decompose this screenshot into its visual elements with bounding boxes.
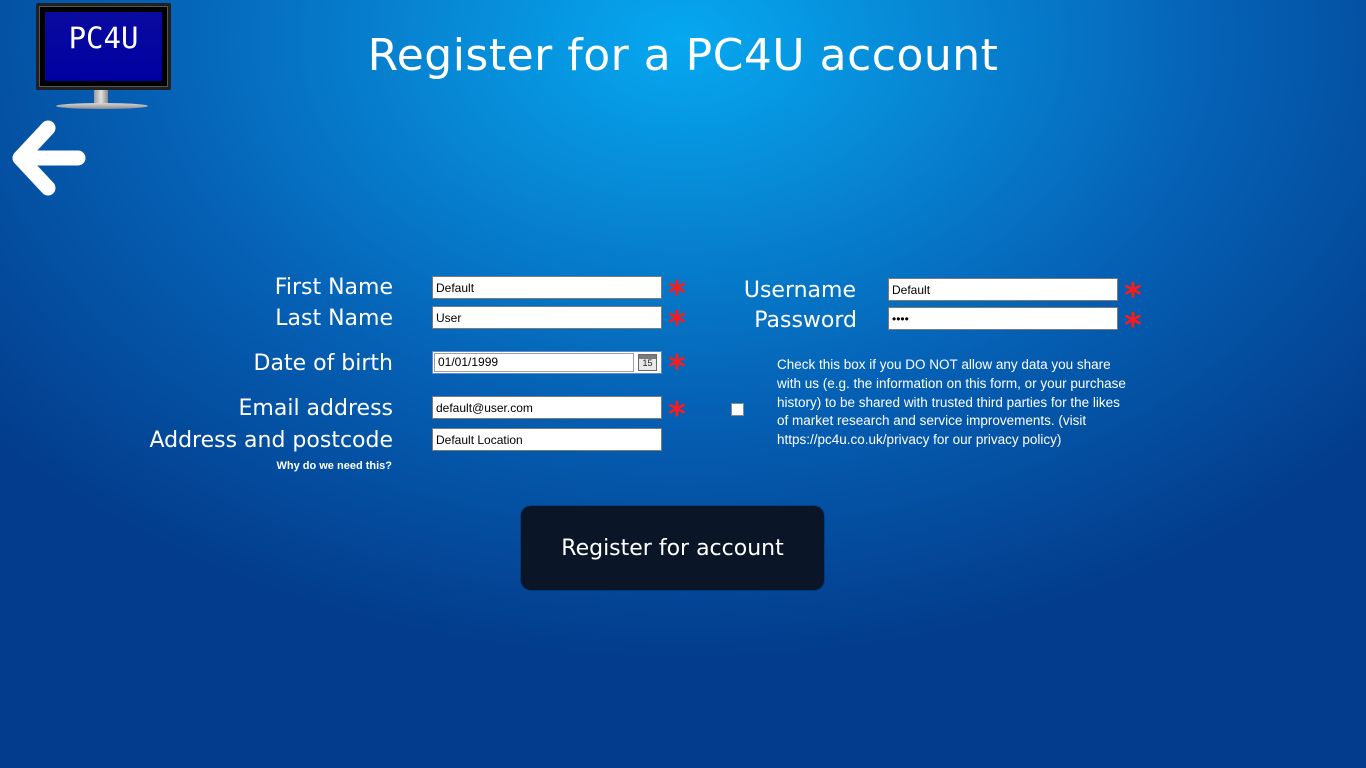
- why-do-we-need-this-link[interactable]: Why do we need this?: [200, 460, 392, 472]
- username-label: Username: [743, 278, 856, 303]
- page-title: Register for a PC4U account: [367, 30, 999, 81]
- data-sharing-opt-out-checkbox[interactable]: [731, 403, 744, 416]
- password-label: Password: [754, 308, 857, 333]
- calendar-icon[interactable]: 15: [638, 354, 657, 371]
- email-field[interactable]: [432, 396, 662, 419]
- back-button[interactable]: [12, 120, 88, 196]
- first-name-field[interactable]: [432, 276, 662, 299]
- last-name-required-marker: *: [668, 304, 686, 344]
- data-sharing-consent-text: Check this box if you DO NOT allow any d…: [777, 357, 1126, 448]
- dob-field[interactable]: 01/01/1999: [434, 353, 634, 372]
- dob-label: Date of birth: [253, 351, 393, 376]
- dob-date-picker[interactable]: 01/01/1999 15: [432, 351, 662, 374]
- address-label: Address and postcode: [149, 428, 393, 453]
- first-name-label: First Name: [274, 275, 393, 300]
- email-label: Email address: [238, 396, 393, 421]
- password-required-marker: *: [1124, 306, 1142, 346]
- username-field[interactable]: [888, 278, 1118, 301]
- dob-required-marker: *: [668, 348, 686, 388]
- last-name-label: Last Name: [275, 306, 393, 331]
- password-field[interactable]: [888, 307, 1118, 330]
- left-arrow-icon: [12, 120, 86, 196]
- email-required-marker: *: [668, 395, 686, 435]
- address-field[interactable]: [432, 428, 662, 451]
- last-name-field[interactable]: [432, 306, 662, 329]
- register-button[interactable]: Register for account: [521, 506, 824, 590]
